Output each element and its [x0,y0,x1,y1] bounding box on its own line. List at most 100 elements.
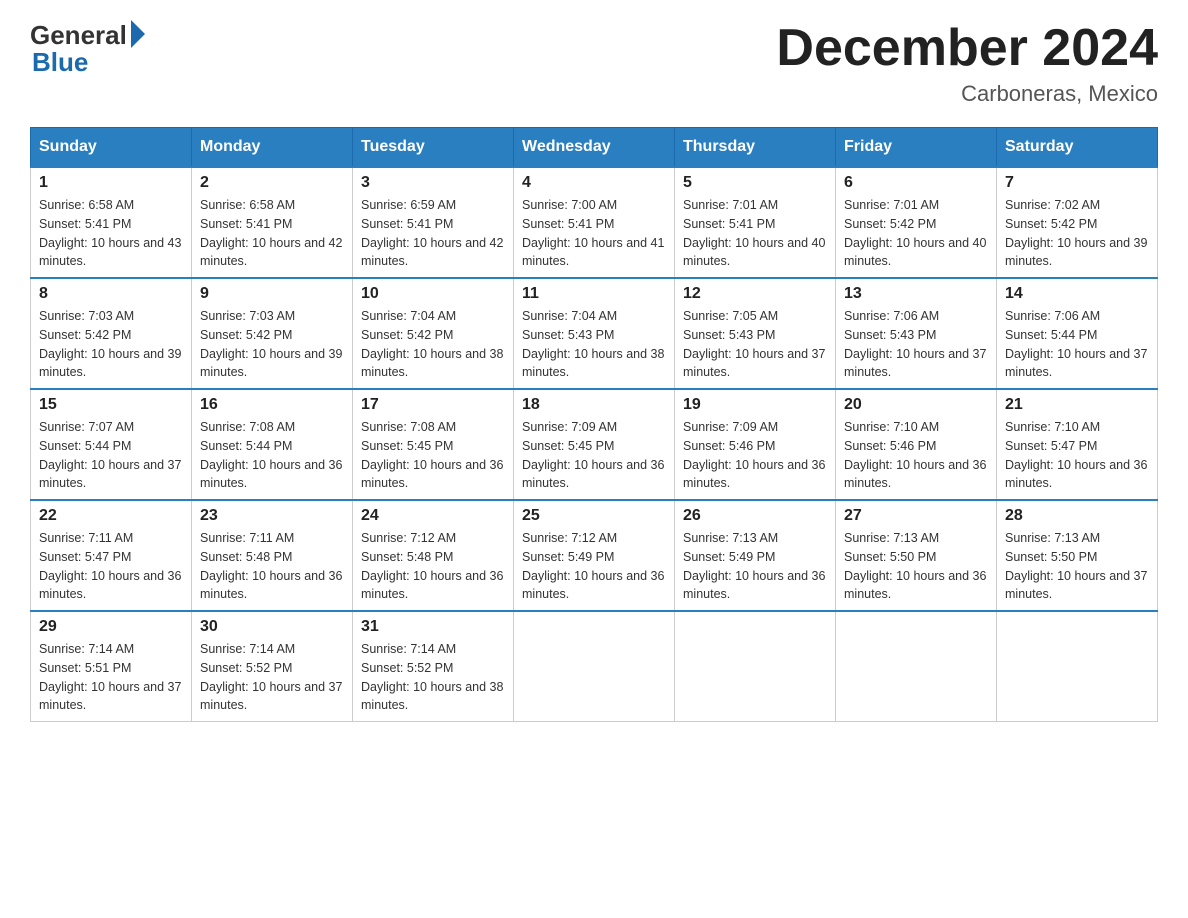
day-number: 12 [683,285,827,303]
calendar-cell: 2 Sunrise: 6:58 AMSunset: 5:41 PMDayligh… [192,167,353,278]
day-number: 29 [39,618,183,636]
day-number: 25 [522,507,666,525]
day-number: 18 [522,396,666,414]
day-info: Sunrise: 7:14 AMSunset: 5:52 PMDaylight:… [361,642,503,712]
calendar-cell [836,611,997,722]
day-number: 27 [844,507,988,525]
day-info: Sunrise: 7:13 AMSunset: 5:49 PMDaylight:… [683,531,825,601]
week-row-4: 22 Sunrise: 7:11 AMSunset: 5:47 PMDaylig… [31,500,1158,611]
logo: General Blue [30,20,145,78]
calendar-cell: 22 Sunrise: 7:11 AMSunset: 5:47 PMDaylig… [31,500,192,611]
day-number: 30 [200,618,344,636]
day-info: Sunrise: 7:05 AMSunset: 5:43 PMDaylight:… [683,309,825,379]
calendar-cell: 23 Sunrise: 7:11 AMSunset: 5:48 PMDaylig… [192,500,353,611]
location-subtitle: Carboneras, Mexico [776,81,1158,107]
day-number: 3 [361,174,505,192]
day-number: 16 [200,396,344,414]
day-number: 5 [683,174,827,192]
calendar-cell: 29 Sunrise: 7:14 AMSunset: 5:51 PMDaylig… [31,611,192,722]
logo-blue-text: Blue [30,47,88,78]
day-info: Sunrise: 7:11 AMSunset: 5:47 PMDaylight:… [39,531,181,601]
day-info: Sunrise: 7:01 AMSunset: 5:41 PMDaylight:… [683,198,825,268]
day-info: Sunrise: 7:03 AMSunset: 5:42 PMDaylight:… [39,309,181,379]
day-info: Sunrise: 7:06 AMSunset: 5:44 PMDaylight:… [1005,309,1147,379]
day-number: 23 [200,507,344,525]
header-saturday: Saturday [997,128,1158,168]
calendar-cell: 20 Sunrise: 7:10 AMSunset: 5:46 PMDaylig… [836,389,997,500]
day-number: 1 [39,174,183,192]
day-info: Sunrise: 7:02 AMSunset: 5:42 PMDaylight:… [1005,198,1147,268]
calendar-cell: 3 Sunrise: 6:59 AMSunset: 5:41 PMDayligh… [353,167,514,278]
day-number: 7 [1005,174,1149,192]
day-info: Sunrise: 7:03 AMSunset: 5:42 PMDaylight:… [200,309,342,379]
header-thursday: Thursday [675,128,836,168]
calendar-cell: 11 Sunrise: 7:04 AMSunset: 5:43 PMDaylig… [514,278,675,389]
day-info: Sunrise: 7:06 AMSunset: 5:43 PMDaylight:… [844,309,986,379]
calendar-header-row: SundayMondayTuesdayWednesdayThursdayFrid… [31,128,1158,168]
day-number: 22 [39,507,183,525]
day-info: Sunrise: 7:07 AMSunset: 5:44 PMDaylight:… [39,420,181,490]
calendar-cell: 14 Sunrise: 7:06 AMSunset: 5:44 PMDaylig… [997,278,1158,389]
calendar-cell: 12 Sunrise: 7:05 AMSunset: 5:43 PMDaylig… [675,278,836,389]
day-info: Sunrise: 6:59 AMSunset: 5:41 PMDaylight:… [361,198,503,268]
day-info: Sunrise: 7:11 AMSunset: 5:48 PMDaylight:… [200,531,342,601]
day-number: 26 [683,507,827,525]
day-number: 2 [200,174,344,192]
header-wednesday: Wednesday [514,128,675,168]
day-info: Sunrise: 7:01 AMSunset: 5:42 PMDaylight:… [844,198,986,268]
calendar-cell [675,611,836,722]
logo-arrow-icon [131,20,145,48]
day-info: Sunrise: 7:14 AMSunset: 5:52 PMDaylight:… [200,642,342,712]
day-info: Sunrise: 6:58 AMSunset: 5:41 PMDaylight:… [39,198,181,268]
calendar-cell: 16 Sunrise: 7:08 AMSunset: 5:44 PMDaylig… [192,389,353,500]
calendar-cell: 25 Sunrise: 7:12 AMSunset: 5:49 PMDaylig… [514,500,675,611]
day-number: 9 [200,285,344,303]
calendar-cell: 21 Sunrise: 7:10 AMSunset: 5:47 PMDaylig… [997,389,1158,500]
day-info: Sunrise: 6:58 AMSunset: 5:41 PMDaylight:… [200,198,342,268]
day-number: 13 [844,285,988,303]
day-number: 28 [1005,507,1149,525]
calendar-cell: 24 Sunrise: 7:12 AMSunset: 5:48 PMDaylig… [353,500,514,611]
day-info: Sunrise: 7:08 AMSunset: 5:45 PMDaylight:… [361,420,503,490]
day-number: 14 [1005,285,1149,303]
calendar-cell: 4 Sunrise: 7:00 AMSunset: 5:41 PMDayligh… [514,167,675,278]
calendar-cell [514,611,675,722]
day-info: Sunrise: 7:09 AMSunset: 5:45 PMDaylight:… [522,420,664,490]
week-row-5: 29 Sunrise: 7:14 AMSunset: 5:51 PMDaylig… [31,611,1158,722]
week-row-1: 1 Sunrise: 6:58 AMSunset: 5:41 PMDayligh… [31,167,1158,278]
calendar-cell: 5 Sunrise: 7:01 AMSunset: 5:41 PMDayligh… [675,167,836,278]
day-info: Sunrise: 7:04 AMSunset: 5:42 PMDaylight:… [361,309,503,379]
day-number: 11 [522,285,666,303]
day-number: 10 [361,285,505,303]
header-sunday: Sunday [31,128,192,168]
calendar-cell: 27 Sunrise: 7:13 AMSunset: 5:50 PMDaylig… [836,500,997,611]
day-info: Sunrise: 7:04 AMSunset: 5:43 PMDaylight:… [522,309,664,379]
header-tuesday: Tuesday [353,128,514,168]
calendar-cell: 19 Sunrise: 7:09 AMSunset: 5:46 PMDaylig… [675,389,836,500]
calendar-cell: 15 Sunrise: 7:07 AMSunset: 5:44 PMDaylig… [31,389,192,500]
day-info: Sunrise: 7:12 AMSunset: 5:49 PMDaylight:… [522,531,664,601]
page-header: General Blue December 2024 Carboneras, M… [30,20,1158,107]
calendar-cell: 6 Sunrise: 7:01 AMSunset: 5:42 PMDayligh… [836,167,997,278]
calendar-cell: 8 Sunrise: 7:03 AMSunset: 5:42 PMDayligh… [31,278,192,389]
calendar-cell: 18 Sunrise: 7:09 AMSunset: 5:45 PMDaylig… [514,389,675,500]
calendar-cell: 1 Sunrise: 6:58 AMSunset: 5:41 PMDayligh… [31,167,192,278]
day-info: Sunrise: 7:13 AMSunset: 5:50 PMDaylight:… [1005,531,1147,601]
day-number: 19 [683,396,827,414]
calendar-cell: 26 Sunrise: 7:13 AMSunset: 5:49 PMDaylig… [675,500,836,611]
week-row-3: 15 Sunrise: 7:07 AMSunset: 5:44 PMDaylig… [31,389,1158,500]
header-friday: Friday [836,128,997,168]
calendar-table: SundayMondayTuesdayWednesdayThursdayFrid… [30,127,1158,722]
calendar-cell: 28 Sunrise: 7:13 AMSunset: 5:50 PMDaylig… [997,500,1158,611]
month-title: December 2024 [776,20,1158,77]
day-info: Sunrise: 7:12 AMSunset: 5:48 PMDaylight:… [361,531,503,601]
week-row-2: 8 Sunrise: 7:03 AMSunset: 5:42 PMDayligh… [31,278,1158,389]
day-info: Sunrise: 7:09 AMSunset: 5:46 PMDaylight:… [683,420,825,490]
calendar-cell: 7 Sunrise: 7:02 AMSunset: 5:42 PMDayligh… [997,167,1158,278]
day-info: Sunrise: 7:10 AMSunset: 5:47 PMDaylight:… [1005,420,1147,490]
day-info: Sunrise: 7:13 AMSunset: 5:50 PMDaylight:… [844,531,986,601]
day-info: Sunrise: 7:10 AMSunset: 5:46 PMDaylight:… [844,420,986,490]
day-number: 31 [361,618,505,636]
day-number: 4 [522,174,666,192]
day-number: 24 [361,507,505,525]
